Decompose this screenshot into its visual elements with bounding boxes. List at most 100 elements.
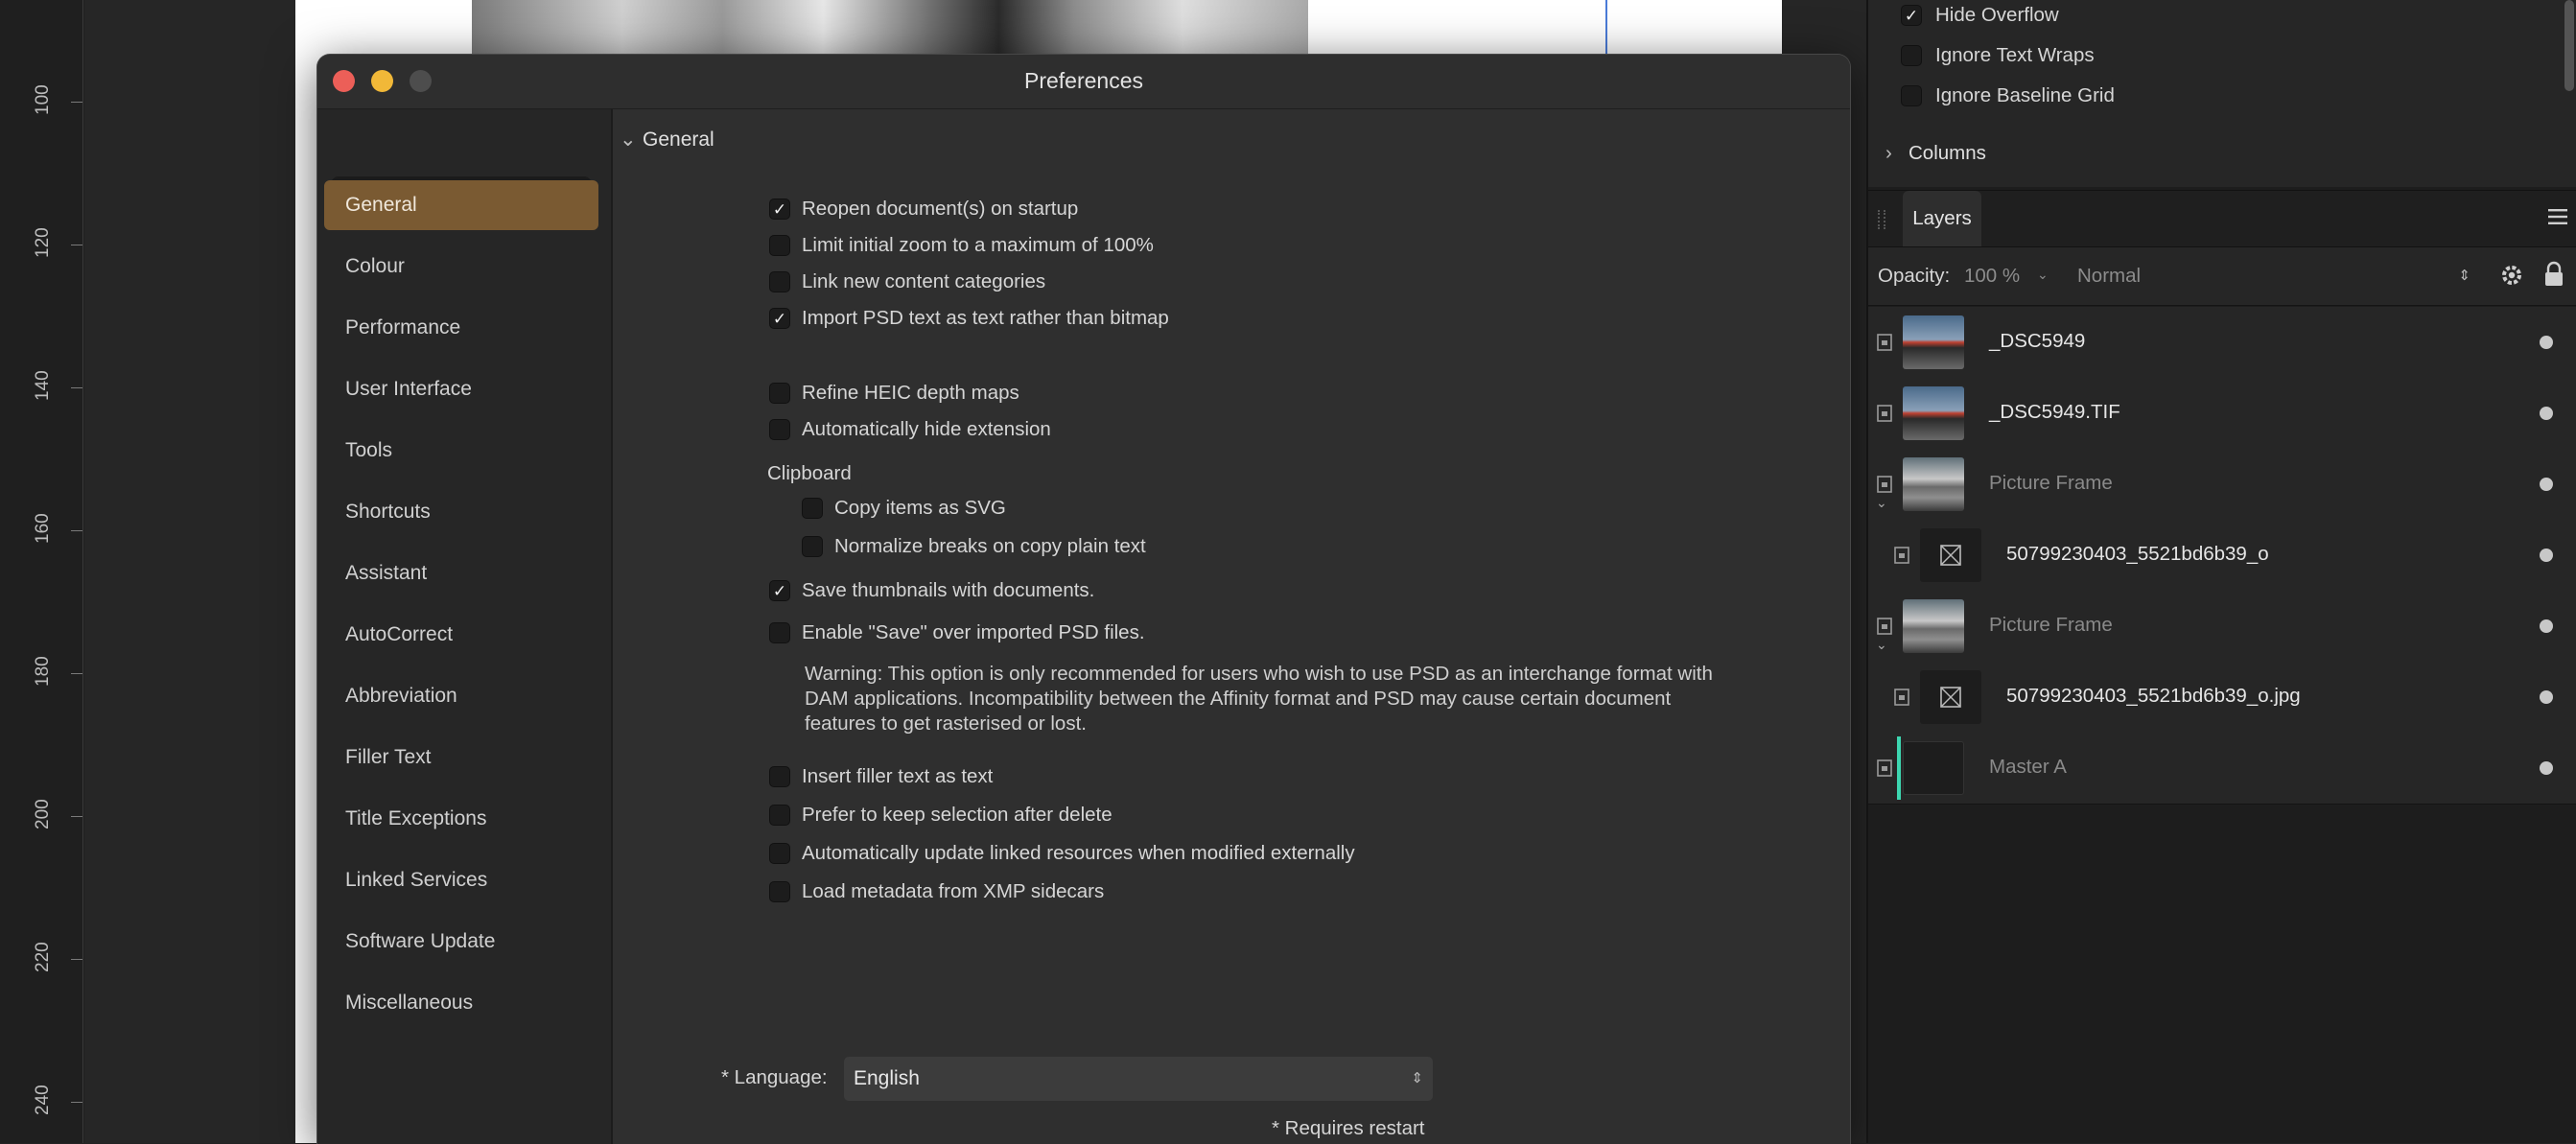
ignore-text-wraps-checkbox[interactable] [1901, 45, 1922, 66]
checkbox[interactable] [769, 271, 790, 292]
nav-item-title-exceptions[interactable]: Title Exceptions [324, 794, 598, 844]
checkbox[interactable] [769, 622, 790, 643]
option-label: Automatically hide extension [802, 418, 1051, 440]
hamburger-menu-icon[interactable] [2547, 206, 2568, 227]
option-label: Load metadata from XMP sidecars [802, 880, 1105, 902]
ignore-text-wraps-option[interactable]: Ignore Text Wraps [1901, 44, 2095, 67]
option-row[interactable]: Enable "Save" over imported PSD files. [769, 621, 1145, 644]
nav-item-abbreviation[interactable]: Abbreviation [324, 671, 598, 721]
layer-row[interactable]: _DSC5949 [1868, 307, 2576, 379]
layer-row[interactable]: ⌄ Picture Frame [1868, 449, 2576, 521]
chevron-down-icon[interactable]: ⌄ [1876, 495, 1887, 511]
layer-lock-icon[interactable] [1876, 404, 1893, 423]
layers-tabbar: Layers [1868, 190, 2576, 247]
updown-icon: ⇕ [2458, 268, 2471, 284]
nav-item-filler-text[interactable]: Filler Text [324, 733, 598, 782]
placed-photo[interactable] [472, 0, 1308, 56]
visibility-dot-icon[interactable] [2540, 690, 2553, 704]
nav-item-shortcuts[interactable]: Shortcuts [324, 487, 598, 537]
hide-overflow-option[interactable]: ✓ Hide Overflow [1901, 4, 2059, 27]
blend-mode-select[interactable]: Normal ⇕ [2068, 257, 2480, 295]
nav-item-assistant[interactable]: Assistant [324, 549, 598, 598]
nav-item-miscellaneous[interactable]: Miscellaneous [324, 978, 598, 1028]
option-row[interactable]: ✓ Save thumbnails with documents. [769, 579, 1094, 602]
ignore-baseline-grid-checkbox[interactable] [1901, 85, 1922, 106]
option-row[interactable]: ✓ Import PSD text as text rather than bit… [769, 307, 1169, 330]
ruler-tick [71, 673, 82, 674]
visibility-dot-icon[interactable] [2540, 619, 2553, 633]
checkbox[interactable] [769, 805, 790, 826]
nav-item-software-update[interactable]: Software Update [324, 917, 598, 967]
layer-lock-icon[interactable] [1876, 617, 1893, 636]
ruler-tick [71, 387, 82, 388]
general-section-toggle[interactable]: ⌄ General [620, 128, 714, 152]
right-panel: ✓ Hide Overflow Ignore Text Wraps Ignore… [1866, 0, 2576, 1143]
option-row[interactable]: Copy items as SVG [802, 497, 1006, 520]
checkbox[interactable] [802, 498, 823, 519]
layer-row[interactable]: _DSC5949.TIF [1868, 378, 2576, 450]
layer-lock-icon[interactable] [1876, 759, 1893, 778]
checkbox[interactable] [769, 843, 790, 864]
nav-item-performance[interactable]: Performance [324, 303, 598, 353]
tab-layers[interactable]: Layers [1903, 191, 1981, 246]
option-row[interactable]: Automatically update linked resources wh… [769, 842, 1355, 865]
lock-icon[interactable] [2543, 261, 2564, 288]
checkbox-checked[interactable]: ✓ [769, 198, 790, 220]
nav-item-linked-services[interactable]: Linked Services [324, 855, 598, 905]
panel-grip-handle[interactable] [1878, 210, 1885, 229]
checkbox-checked[interactable]: ✓ [769, 580, 790, 601]
option-label: Prefer to keep selection after delete [802, 804, 1112, 826]
layer-row[interactable]: Master A [1868, 733, 2576, 805]
visibility-dot-icon[interactable] [2540, 407, 2553, 420]
visibility-dot-icon[interactable] [2540, 478, 2553, 491]
ruler-label: 140 [33, 370, 53, 401]
nav-item-user-interface[interactable]: User Interface [324, 364, 598, 414]
window-titlebar[interactable]: Preferences [317, 55, 1850, 109]
checkbox[interactable] [802, 536, 823, 557]
checkbox[interactable] [769, 419, 790, 440]
option-row[interactable]: Normalize breaks on copy plain text [802, 535, 1146, 558]
layer-row[interactable]: ⌄ Picture Frame [1868, 591, 2576, 663]
layer-row[interactable]: 50799230403_5521bd6b39_o [1868, 520, 2576, 592]
chevron-down-icon[interactable]: ⌄ [2037, 267, 2049, 283]
checkbox[interactable] [769, 766, 790, 787]
layer-thumbnail [1920, 670, 1981, 724]
layer-row[interactable]: 50799230403_5521bd6b39_o.jpg [1868, 662, 2576, 734]
panel-scrollbar[interactable] [2564, 0, 2574, 91]
checkbox[interactable] [769, 383, 790, 404]
vertical-ruler: 100 120 140 160 180 200 220 240 [0, 0, 85, 1143]
visibility-dot-icon[interactable] [2540, 336, 2553, 349]
layer-lock-icon[interactable] [1893, 546, 1910, 565]
option-row[interactable]: Automatically hide extension [769, 418, 1051, 441]
gear-icon[interactable] [2499, 263, 2524, 288]
option-row[interactable]: Link new content categories [769, 270, 1045, 293]
option-row[interactable]: Limit initial zoom to a maximum of 100% [769, 234, 1154, 257]
checkbox[interactable] [769, 235, 790, 256]
hide-overflow-checkbox[interactable]: ✓ [1901, 5, 1922, 26]
option-row[interactable]: Load metadata from XMP sidecars [769, 880, 1104, 903]
visibility-dot-icon[interactable] [2540, 761, 2553, 775]
nav-item-autocorrect[interactable]: AutoCorrect [324, 610, 598, 660]
layer-lock-icon[interactable] [1876, 333, 1893, 352]
chevron-down-icon[interactable]: ⌄ [1876, 637, 1887, 653]
columns-section-toggle[interactable]: › Columns [1885, 142, 1986, 165]
nav-item-general[interactable]: General [324, 180, 598, 230]
ruler-label: 200 [33, 799, 53, 829]
checkbox[interactable] [769, 881, 790, 902]
visibility-dot-icon[interactable] [2540, 549, 2553, 562]
layer-thumbnail [1903, 599, 1964, 653]
option-row[interactable]: Prefer to keep selection after delete [769, 804, 1112, 827]
layer-lock-icon[interactable] [1876, 475, 1893, 494]
checkbox-checked[interactable]: ✓ [769, 308, 790, 329]
ignore-baseline-grid-option[interactable]: Ignore Baseline Grid [1901, 84, 2115, 107]
layer-name: _DSC5949 [1989, 330, 2086, 352]
option-row[interactable]: Refine HEIC depth maps [769, 382, 1019, 405]
option-row[interactable]: Insert filler text as text [769, 765, 993, 788]
layer-lock-icon[interactable] [1893, 688, 1910, 707]
nav-item-tools[interactable]: Tools [324, 426, 598, 476]
opacity-field[interactable]: 100 % [1964, 265, 2020, 288]
nav-item-colour[interactable]: Colour [324, 242, 598, 292]
opacity-label: Opacity: [1878, 265, 1951, 287]
language-select[interactable]: English ⇕ [844, 1057, 1433, 1101]
option-row[interactable]: ✓ Reopen document(s) on startup [769, 198, 1078, 221]
